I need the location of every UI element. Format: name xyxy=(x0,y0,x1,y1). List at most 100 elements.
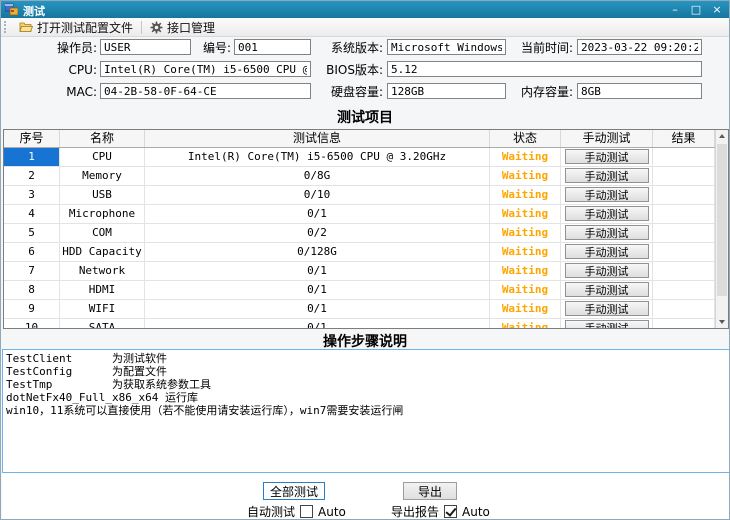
header-info: 测试信息 xyxy=(145,130,490,147)
table-row[interactable]: 10 SATA 0/1 Waiting 手动测试 xyxy=(4,319,728,329)
row-no: 10 xyxy=(4,319,60,329)
bios-label: BIOS版本: xyxy=(319,62,383,78)
auto-test-label: 自动测试 xyxy=(247,503,295,520)
ram-input[interactable] xyxy=(577,83,702,99)
minimize-button[interactable]: – xyxy=(669,2,681,17)
interface-manage-button[interactable]: 接口管理 xyxy=(144,19,221,35)
table-row[interactable]: 8 HDMI 0/1 Waiting 手动测试 xyxy=(4,281,728,300)
row-info: 0/1 xyxy=(145,300,490,318)
manual-test-button[interactable]: 手动测试 xyxy=(565,149,649,164)
row-no: 2 xyxy=(4,167,60,185)
row-no: 5 xyxy=(4,224,60,242)
row-info: 0/1 xyxy=(145,281,490,299)
operator-input[interactable] xyxy=(100,39,191,55)
serial-input[interactable] xyxy=(234,39,311,55)
header-name: 名称 xyxy=(60,130,145,147)
manual-test-button[interactable]: 手动测试 xyxy=(565,282,649,297)
cpu-input[interactable] xyxy=(100,61,311,77)
row-no: 4 xyxy=(4,205,60,223)
row-name: Microphone xyxy=(60,205,145,223)
scrollbar-thumb[interactable] xyxy=(717,144,727,296)
export-button[interactable]: 导出 xyxy=(403,482,457,500)
manual-test-button[interactable]: 手动测试 xyxy=(565,301,649,316)
time-input[interactable] xyxy=(577,39,702,55)
row-name: COM xyxy=(60,224,145,242)
table-row[interactable]: 6 HDD Capacity 0/128G Waiting 手动测试 xyxy=(4,243,728,262)
table-scrollbar[interactable] xyxy=(715,130,728,328)
scroll-down-icon xyxy=(719,320,725,324)
open-config-label: 打开测试配置文件 xyxy=(37,19,133,36)
row-status: Waiting xyxy=(490,167,561,185)
table-row[interactable]: 5 COM 0/2 Waiting 手动测试 xyxy=(4,224,728,243)
toolbar-grip xyxy=(4,21,9,33)
row-result xyxy=(653,186,715,204)
manual-test-button[interactable]: 手动测试 xyxy=(565,244,649,259)
steps-title: 操作步骤说明 xyxy=(1,331,729,351)
close-button[interactable]: × xyxy=(711,2,723,17)
table-row[interactable]: 4 Microphone 0/1 Waiting 手动测试 xyxy=(4,205,728,224)
test-table-title: 测试项目 xyxy=(1,107,729,127)
row-status: Waiting xyxy=(490,148,561,166)
hdd-input[interactable] xyxy=(387,83,506,99)
row-no: 1 xyxy=(4,148,60,166)
manual-test-button[interactable]: 手动测试 xyxy=(565,206,649,221)
row-result xyxy=(653,300,715,318)
table-row[interactable]: 7 Network 0/1 Waiting 手动测试 xyxy=(4,262,728,281)
row-result xyxy=(653,262,715,280)
test-table: 序号 名称 测试信息 状态 手动测试 结果 1 CPU Intel(R) Cor… xyxy=(3,129,729,329)
export-report-option-label: Auto xyxy=(462,505,490,519)
row-name: Memory xyxy=(60,167,145,185)
steps-textbox[interactable]: TestClient 为测试软件 TestConfig 为配置文件 TestTm… xyxy=(2,349,730,473)
row-name: WIFI xyxy=(60,300,145,318)
table-row[interactable]: 2 Memory 0/8G Waiting 手动测试 xyxy=(4,167,728,186)
operator-label: 操作员: xyxy=(21,40,97,56)
row-info: 0/1 xyxy=(145,319,490,329)
manual-test-button[interactable]: 手动测试 xyxy=(565,225,649,240)
row-no: 6 xyxy=(4,243,60,261)
row-info: Intel(R) Core(TM) i5-6500 CPU @ 3.20GHz xyxy=(145,148,490,166)
table-row[interactable]: 3 USB 0/10 Waiting 手动测试 xyxy=(4,186,728,205)
row-status: Waiting xyxy=(490,205,561,223)
mac-input[interactable] xyxy=(100,83,311,99)
row-info: 0/10 xyxy=(145,186,490,204)
row-status: Waiting xyxy=(490,224,561,242)
export-report-checkbox[interactable] xyxy=(444,505,457,518)
scroll-up-button[interactable] xyxy=(716,130,728,143)
row-name: USB xyxy=(60,186,145,204)
header-status: 状态 xyxy=(490,130,561,147)
interface-manage-label: 接口管理 xyxy=(167,19,215,36)
row-no: 7 xyxy=(4,262,60,280)
table-row[interactable]: 9 WIFI 0/1 Waiting 手动测试 xyxy=(4,300,728,319)
row-info: 0/1 xyxy=(145,205,490,223)
manual-test-button[interactable]: 手动测试 xyxy=(565,263,649,278)
manual-test-button[interactable]: 手动测试 xyxy=(565,320,649,329)
toolbar-separator xyxy=(141,21,142,34)
open-config-button[interactable]: 打开测试配置文件 xyxy=(13,19,139,35)
os-input[interactable] xyxy=(387,39,506,55)
row-result xyxy=(653,205,715,223)
manual-test-button[interactable]: 手动测试 xyxy=(565,187,649,202)
row-status: Waiting xyxy=(490,319,561,329)
app-window: 测试 – □ × 打开测试配置文件 xyxy=(0,0,730,520)
maximize-button[interactable]: □ xyxy=(690,2,702,17)
table-row[interactable]: 1 CPU Intel(R) Core(TM) i5-6500 CPU @ 3.… xyxy=(4,148,728,167)
row-info: 0/2 xyxy=(145,224,490,242)
row-status: Waiting xyxy=(490,300,561,318)
cpu-label: CPU: xyxy=(21,62,97,78)
titlebar[interactable]: 测试 – □ × xyxy=(1,1,729,18)
row-name: SATA xyxy=(60,319,145,329)
test-all-button[interactable]: 全部测试 xyxy=(263,482,325,500)
row-name: Network xyxy=(60,262,145,280)
row-result xyxy=(653,243,715,261)
manual-test-button[interactable]: 手动测试 xyxy=(565,168,649,183)
time-label: 当前时间: xyxy=(509,40,573,56)
auto-test-option-label: Auto xyxy=(318,505,346,519)
row-name: HDMI xyxy=(60,281,145,299)
scroll-down-button[interactable] xyxy=(716,315,728,328)
row-result xyxy=(653,281,715,299)
auto-test-checkbox[interactable] xyxy=(300,505,313,518)
mac-label: MAC: xyxy=(21,84,97,100)
footer-area xyxy=(2,473,730,520)
row-name: CPU xyxy=(60,148,145,166)
bios-input[interactable] xyxy=(387,61,702,77)
